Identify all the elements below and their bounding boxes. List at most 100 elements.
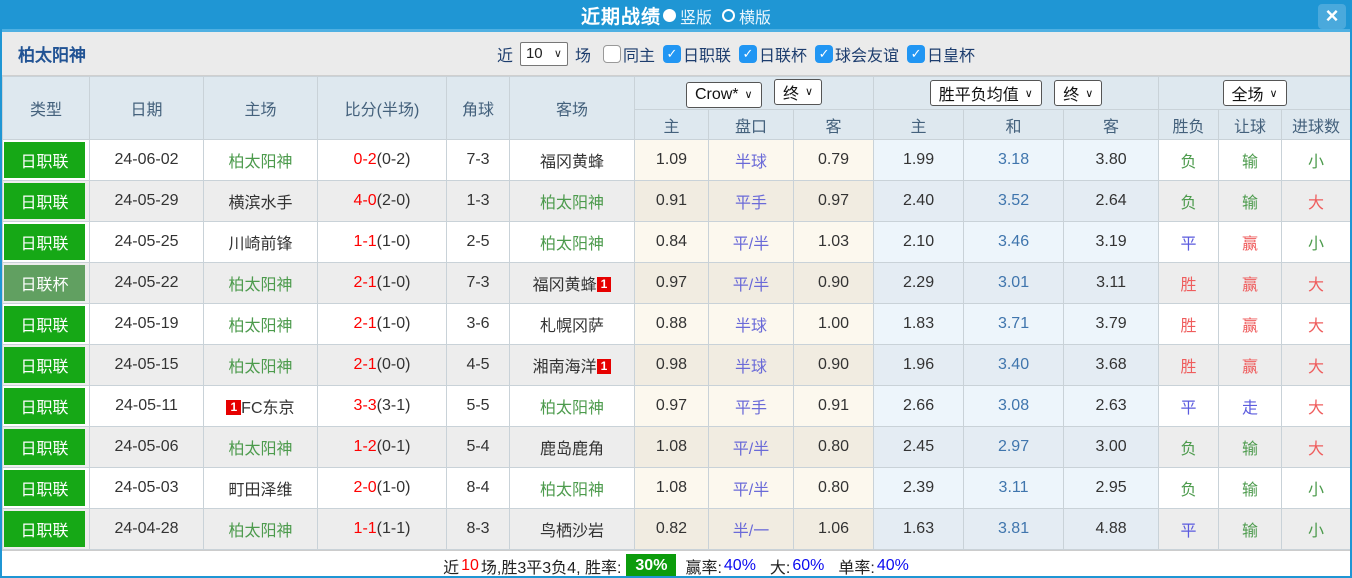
layout-radio-label[interactable]: 横版 bbox=[739, 4, 771, 28]
checkbox-label[interactable]: 日皇杯 bbox=[927, 42, 975, 66]
cell-league-type: 日职联 bbox=[2, 180, 90, 222]
cell-corner: 8-4 bbox=[446, 467, 510, 509]
league-type-badge: 日职联 bbox=[4, 183, 85, 219]
league-type-badge: 日职联 bbox=[4, 388, 85, 424]
cell-handicap: 平手 bbox=[708, 385, 794, 427]
league-type-badge: 日联杯 bbox=[4, 265, 85, 301]
odds-time-select-1[interactable]: 终 ∨ bbox=[774, 78, 823, 105]
home-team-name: 横滨水手 bbox=[228, 195, 293, 212]
checkbox-checked-icon[interactable]: ✓ bbox=[739, 44, 757, 63]
away-team-name: 札幌冈萨 bbox=[539, 318, 604, 335]
checkbox-checked-icon[interactable]: ✓ bbox=[907, 44, 926, 63]
cell-league-type: 日职联 bbox=[2, 508, 90, 550]
cell-away-team: 鸟栖沙岩 bbox=[509, 508, 635, 550]
cell-result-ou: 大 bbox=[1281, 180, 1350, 222]
cell-avg-away: 2.64 bbox=[1063, 180, 1160, 222]
handicap-rate-value: 40% bbox=[723, 557, 756, 574]
cell-result-handicap: 赢 bbox=[1218, 221, 1283, 263]
cell-corner: 5-4 bbox=[446, 426, 510, 468]
cell-league-type: 日职联 bbox=[2, 426, 90, 468]
chevron-down-icon: ∨ bbox=[1024, 87, 1033, 100]
cell-odds-home: 1.08 bbox=[634, 426, 709, 468]
cell-handicap: 半球 bbox=[708, 303, 794, 345]
league-filter-checkboxes: 同主 ✓ 日职联 ✓ 日联杯 ✓ 球会友谊 ✓ 日皇杯 bbox=[595, 42, 975, 66]
away-team-name: 湘南海洋 bbox=[532, 359, 597, 376]
fulltime-score: 1-2 bbox=[353, 438, 377, 455]
cell-odds-home: 0.82 bbox=[634, 508, 709, 550]
cell-home-team: 柏太阳神 bbox=[203, 262, 318, 304]
layout-radio-label[interactable]: 竖版 bbox=[680, 4, 712, 28]
cell-score: 2-1(1-0) bbox=[317, 303, 447, 345]
odds-company-select[interactable]: Crow* ∨ bbox=[685, 81, 762, 108]
odds-time-select-2[interactable]: 终 ∨ bbox=[1054, 80, 1103, 106]
fulltime-score: 2-0 bbox=[353, 479, 377, 496]
checkbox-checked-icon[interactable]: ✓ bbox=[815, 44, 834, 63]
fulltime-score: 2-1 bbox=[353, 356, 377, 373]
cell-odds-away: 0.90 bbox=[792, 262, 875, 304]
avg-odds-select[interactable]: 胜平负均值 ∨ bbox=[929, 80, 1042, 106]
checkbox-unchecked-icon[interactable] bbox=[602, 44, 621, 63]
cell-avg-away: 3.19 bbox=[1063, 221, 1160, 263]
subcol-handicap: 盘口 bbox=[708, 109, 794, 140]
league-type-badge: 日职联 bbox=[4, 347, 85, 383]
halftime-score: (1-0) bbox=[376, 315, 411, 332]
checkbox-label[interactable]: 日职联 bbox=[683, 42, 731, 66]
cell-avg-home: 2.10 bbox=[873, 221, 965, 263]
period-select[interactable]: 全场 ∨ bbox=[1222, 80, 1287, 106]
cell-home-team: 1 FC东京 bbox=[203, 385, 318, 427]
checkbox-checked-icon[interactable]: ✓ bbox=[662, 44, 681, 63]
results-table: 类型 日期 主场 比分(半场) 角球 客场 Crow* ∨ 终 ∨ 胜平负均值 … bbox=[2, 76, 1350, 550]
cell-result-ou: 小 bbox=[1281, 508, 1350, 550]
home-team-name: 柏太阳神 bbox=[228, 441, 293, 458]
cell-result-ou: 大 bbox=[1281, 385, 1350, 427]
checkbox-label[interactable]: 球会友谊 bbox=[835, 42, 899, 66]
close-button[interactable]: × bbox=[1318, 4, 1346, 29]
fulltime-score: 1-1 bbox=[353, 520, 377, 537]
cell-result-handicap: 赢 bbox=[1218, 303, 1283, 345]
subcol-crow-home: 主 bbox=[634, 109, 709, 140]
fulltime-score: 2-1 bbox=[353, 315, 377, 332]
cell-away-team: 柏太阳神 bbox=[509, 221, 635, 263]
cell-result-wdl: 负 bbox=[1158, 426, 1220, 468]
layout-radio-icon[interactable] bbox=[662, 9, 676, 22]
cell-date: 24-05-15 bbox=[89, 344, 204, 386]
fulltime-score: 4-0 bbox=[353, 192, 377, 209]
cell-result-wdl: 平 bbox=[1158, 221, 1220, 263]
col-header-away: 客场 bbox=[509, 76, 635, 140]
away-team-name: 柏太阳神 bbox=[539, 482, 604, 499]
away-team-name: 柏太阳神 bbox=[539, 195, 604, 212]
checkbox-label[interactable]: 日联杯 bbox=[759, 42, 807, 66]
home-team-name: 柏太阳神 bbox=[228, 277, 293, 294]
cell-date: 24-05-29 bbox=[89, 180, 204, 222]
checkbox-label[interactable]: 同主 bbox=[623, 42, 655, 66]
cell-odds-home: 0.98 bbox=[634, 344, 709, 386]
halftime-score: (0-1) bbox=[376, 438, 411, 455]
cell-home-team: 町田泽维 bbox=[203, 467, 318, 509]
summary-record: 场,胜3平3负4, 胜率: bbox=[480, 560, 622, 577]
halftime-score: (2-0) bbox=[376, 192, 411, 209]
cell-result-handicap: 走 bbox=[1218, 385, 1283, 427]
cell-away-team: 鹿岛鹿角 bbox=[509, 426, 635, 468]
cell-avg-away: 3.80 bbox=[1063, 139, 1160, 181]
red-card-badge: 1 bbox=[596, 277, 612, 292]
cell-score: 2-0(1-0) bbox=[317, 467, 447, 509]
subcol-handicap-result: 让球 bbox=[1218, 109, 1283, 140]
cell-away-team: 札幌冈萨 bbox=[509, 303, 635, 345]
table-row: 日联杯 24-05-22 柏太阳神 2-1(1-0) 7-3 福冈黄蜂 1 0.97 平/半 0.… bbox=[2, 262, 1350, 304]
red-card-badge: 1 bbox=[226, 400, 242, 415]
away-team-name: 福冈黄蜂 bbox=[539, 154, 604, 171]
col-header-home: 主场 bbox=[203, 76, 318, 140]
win-rate-badge: 30% bbox=[626, 554, 677, 576]
recent-count-select[interactable]: 10 ∨ bbox=[519, 41, 568, 66]
cell-score: 1-1(1-0) bbox=[317, 221, 447, 263]
layout-radio-icon[interactable] bbox=[722, 9, 735, 22]
avg-odds-group: 胜平负均值 ∨ 终 ∨ bbox=[873, 76, 1160, 110]
cell-avg-draw: 3.40 bbox=[963, 344, 1065, 386]
cell-odds-home: 0.84 bbox=[634, 221, 709, 263]
cell-odds-away: 0.79 bbox=[792, 139, 875, 181]
odds-company-group: Crow* ∨ 终 ∨ bbox=[633, 76, 875, 110]
cell-date: 24-05-11 bbox=[89, 385, 204, 427]
cell-handicap: 半球 bbox=[708, 344, 794, 386]
cell-result-wdl: 胜 bbox=[1158, 262, 1220, 304]
cell-avg-home: 2.66 bbox=[873, 385, 965, 427]
